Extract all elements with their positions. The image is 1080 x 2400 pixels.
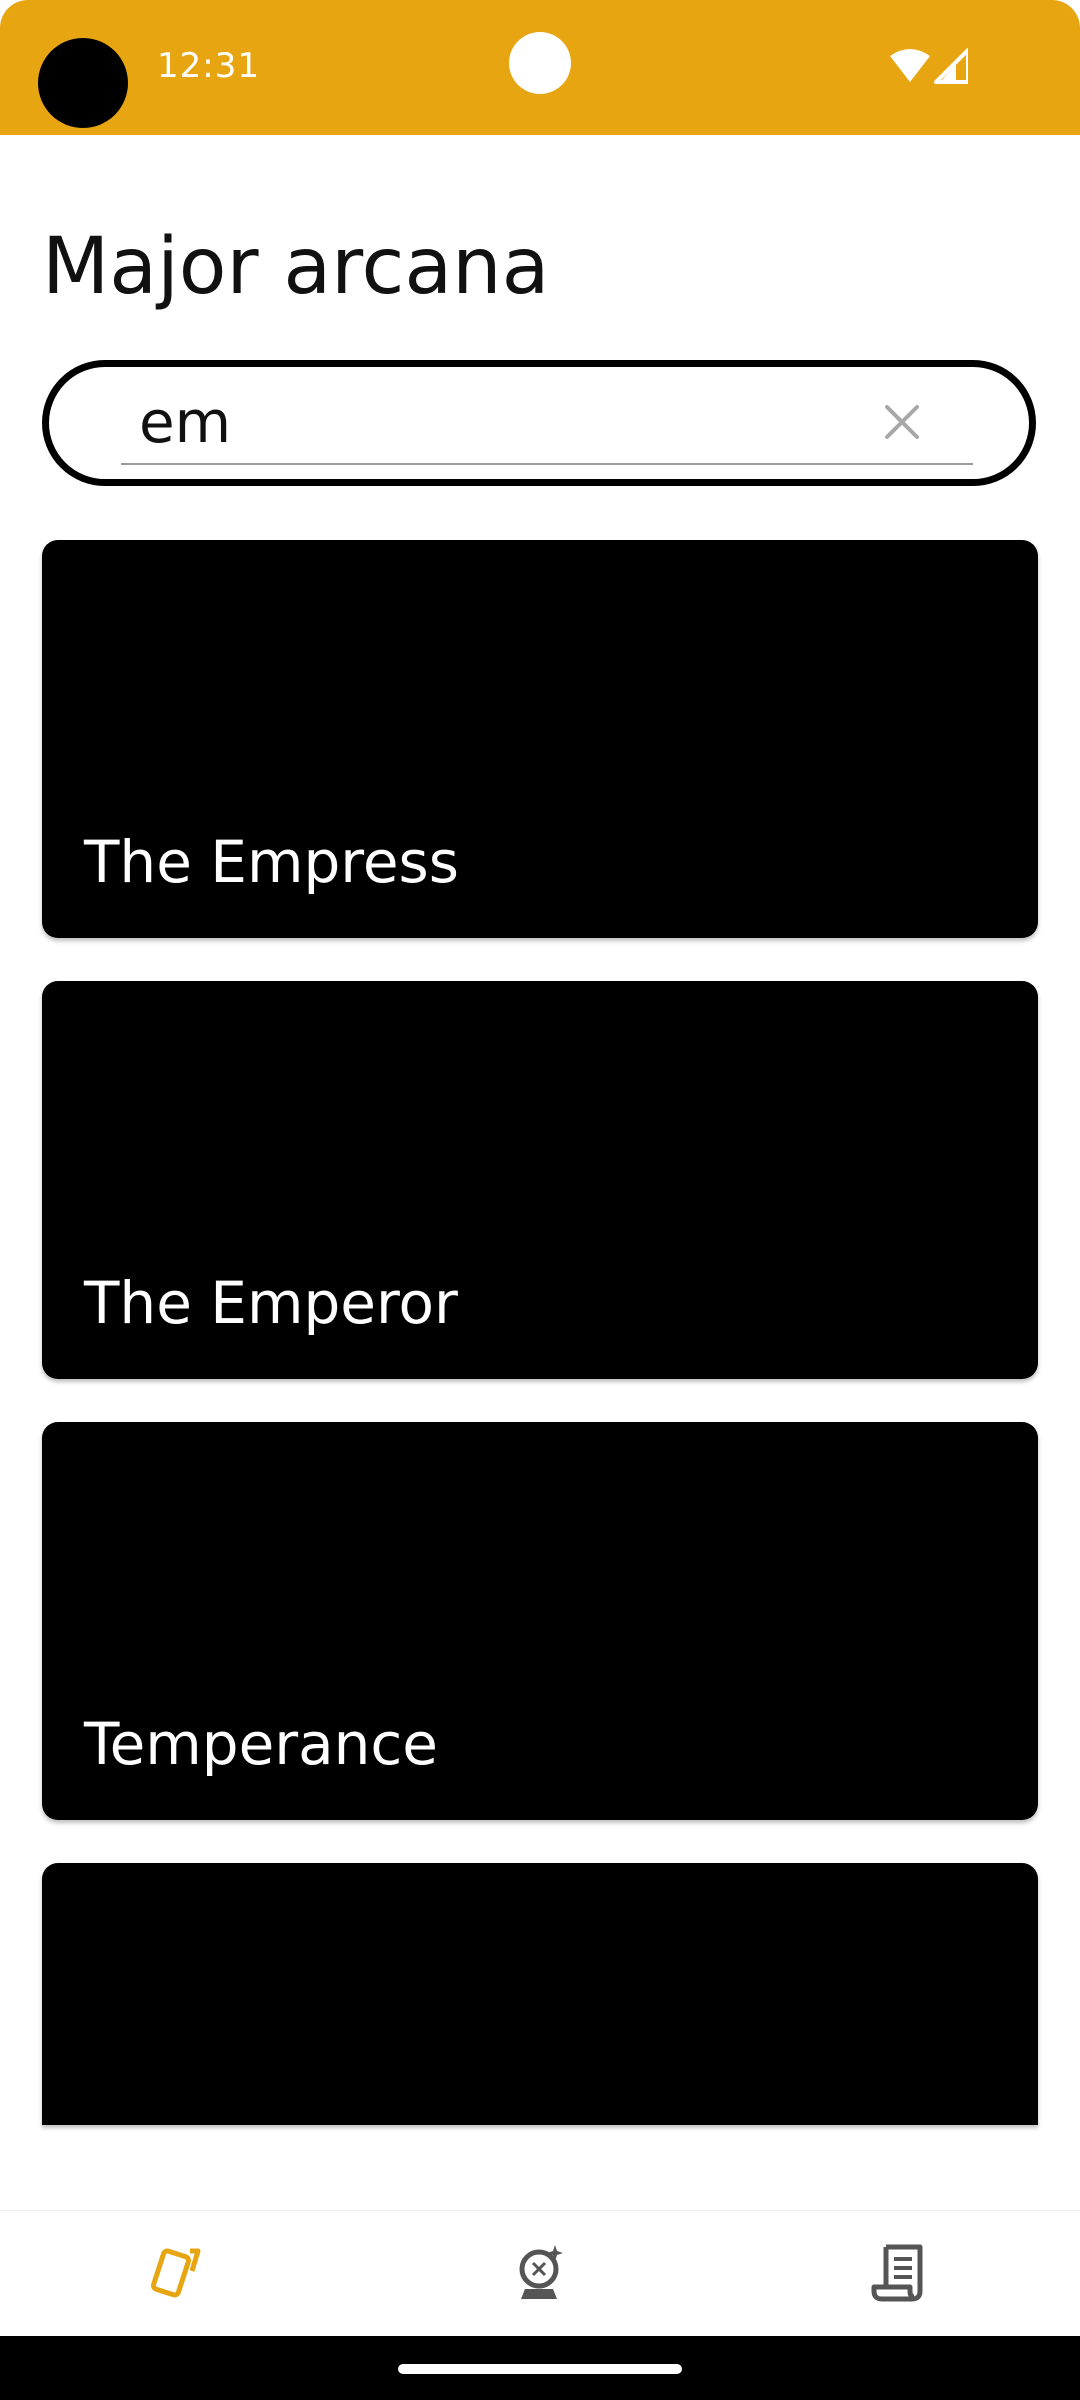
card-the-empress[interactable]: The Empress [42, 540, 1038, 938]
wifi-icon [890, 49, 930, 82]
close-icon[interactable] [877, 397, 927, 447]
cell-signal-icon [934, 48, 968, 84]
cards-icon[interactable] [148, 2241, 210, 2303]
card-partial[interactable] [42, 1863, 1038, 2125]
home-indicator[interactable] [398, 2364, 682, 2374]
notification-dot-icon [509, 32, 571, 94]
bottom-navigation [0, 2210, 1080, 2337]
status-bar: 12:31 [0, 0, 1080, 135]
camera-cutout [38, 38, 128, 128]
status-time: 12:31 [157, 46, 260, 86]
search-box[interactable] [42, 360, 1036, 486]
crystal-ball-icon[interactable] [509, 2241, 571, 2303]
page-title: Major arcana [42, 222, 550, 312]
scroll-icon[interactable] [870, 2241, 932, 2303]
search-underline [121, 463, 973, 465]
card-label: The Emperor [84, 1269, 458, 1337]
card-label: Temperance [84, 1710, 438, 1778]
card-label: The Empress [84, 828, 459, 896]
card-the-emperor[interactable]: The Emperor [42, 981, 1038, 1379]
search-input[interactable] [121, 387, 919, 457]
card-temperance[interactable]: Temperance [42, 1422, 1038, 1820]
